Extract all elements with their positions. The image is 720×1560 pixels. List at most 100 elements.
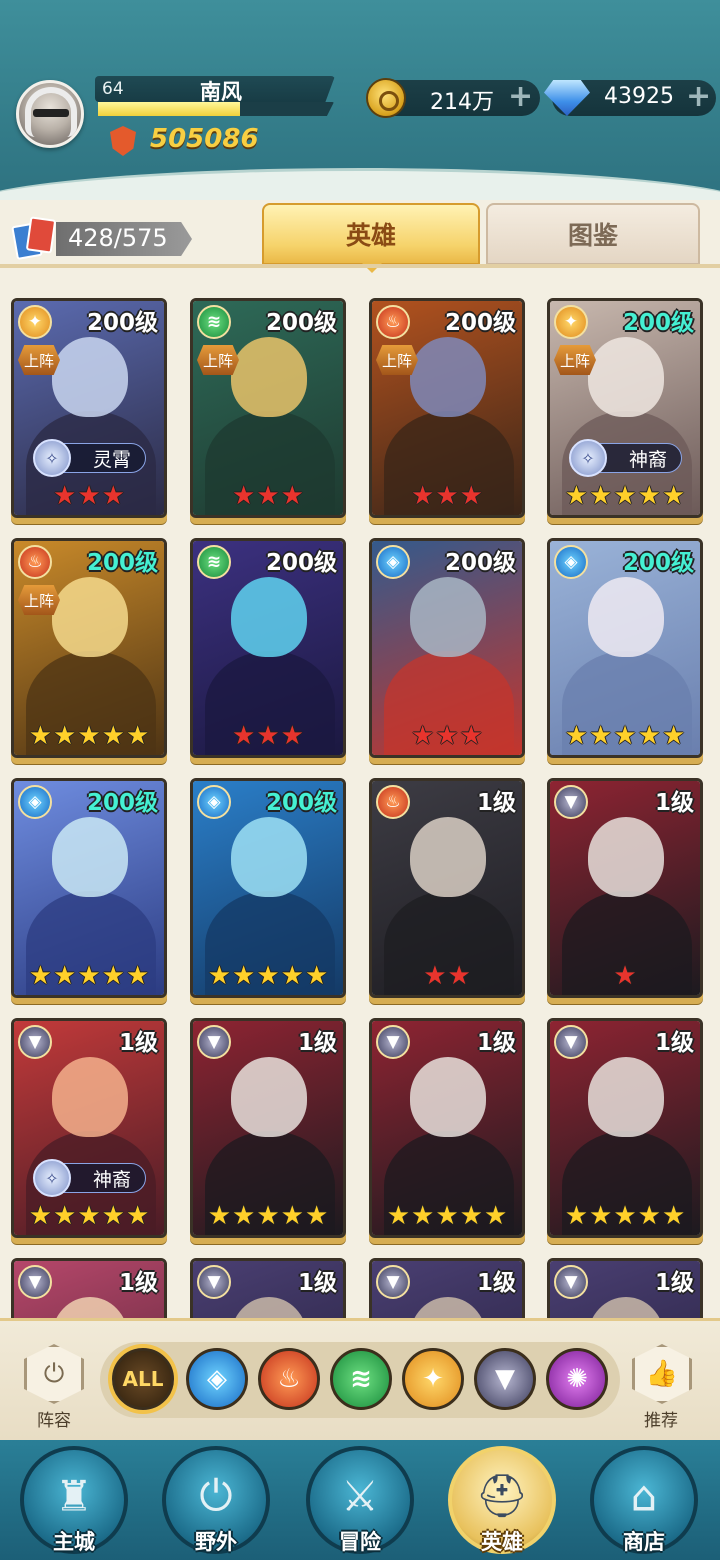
star-icon: ★ [53,481,77,511]
hero-level: 1级 [297,1270,337,1296]
star-icon: ★ [661,1201,686,1231]
star-icon: ★ [53,1201,77,1231]
hero-card[interactable]: ✦ 200级 上阵 ✧ 灵霄 ★ ★ ★ [11,298,167,518]
wind-element-icon: ≋ [197,305,231,339]
star-icon: ★ [232,481,256,511]
hero-card[interactable]: ♨ 200级 上阵 ★ ★ ★ [369,298,525,518]
hero-card[interactable]: ▼ 1级 [369,1258,525,1318]
void-element-icon: ✺ [566,1364,588,1394]
star-icon: ★ [423,961,447,991]
nav-helmet-button[interactable]: ⛑ 英雄 [448,1446,556,1554]
hero-card[interactable]: ▼ 1级 [11,1258,167,1318]
filter-void-button[interactable]: ✺ [546,1348,608,1410]
tab-divider [0,264,720,268]
add-gem-button[interactable]: + [686,82,711,112]
player-name: 南风 [200,80,242,104]
crest-icon: ✧ [33,439,71,477]
star-icon: ★ [77,1201,101,1231]
on-team-badge: 上阵 [18,585,60,615]
filter-light-button[interactable]: ✦ [402,1348,464,1410]
star-icon: ★ [589,481,613,511]
nav-label: 商店 [623,1530,665,1554]
hero-card[interactable]: ✦ 200级 上阵 ✧ 神裔 ★ ★ ★ ★ ★ [547,298,703,518]
filter-wind-button[interactable]: ≋ [330,1348,392,1410]
hero-card[interactable]: ≋ 200级 ★ ★ ★ [190,538,346,758]
hero-title-text: 灵霄 [92,448,131,471]
filter-dark-button[interactable]: ▼ [474,1348,536,1410]
hero-card[interactable]: ▼ 1级 ★ ★ ★ ★ ★ [190,1018,346,1238]
star-icon: ★ [459,481,483,511]
dark-element-icon: ▼ [18,1025,52,1059]
star-rating: ★ ★ ★ [193,723,343,749]
hero-card[interactable]: ◈ 200级 ★ ★ ★ ★ ★ [547,538,703,758]
filter-fire-button[interactable]: ♨ [258,1348,320,1410]
nav-shop-button[interactable]: ⌂ 商店 [590,1446,698,1554]
tab-codex[interactable]: 图鉴 [486,203,700,265]
water-element-icon: ◈ [207,1364,227,1394]
tab-heroes[interactable]: 英雄 [262,203,480,273]
nav-portal-button[interactable]: ⏻ 野外 [162,1446,270,1554]
hero-card[interactable]: ▼ 1级 ★ [547,778,703,998]
hero-card[interactable]: ◈ 200级 ★ ★ ★ ★ ★ [190,778,346,998]
hero-card[interactable]: ▼ 1级 [190,1258,346,1318]
star-rating: ★ ★ ★ ★ ★ [14,1203,164,1229]
star-rating: ★ ★ ★ ★ ★ [193,1203,343,1229]
star-icon: ★ [280,481,304,511]
hero-card[interactable]: ▼ 1级 ✧ 神裔 ★ ★ ★ ★ ★ [11,1018,167,1238]
hero-level: 1级 [297,1030,337,1056]
hero-card[interactable]: ♨ 200级 上阵 ★ ★ ★ ★ ★ [11,538,167,758]
fire-element-icon: ♨ [376,305,410,339]
add-gold-button[interactable]: + [508,82,533,112]
wind-element-icon: ≋ [350,1364,372,1394]
dark-element-icon: ▼ [376,1265,410,1299]
hero-level: 1级 [654,1030,694,1056]
fire-element-icon: ♨ [277,1364,301,1394]
hero-level: 200级 [86,790,158,816]
star-icon: ★ [411,481,435,511]
star-icon: ★ [447,961,471,991]
hero-level: 200级 [86,310,158,336]
hero-card[interactable]: ▼ 1级 [547,1258,703,1318]
filter-water-button[interactable]: ◈ [186,1348,248,1410]
star-icon: ★ [77,721,101,751]
hero-card[interactable]: ◈ 200级 ★ ★ ★ ★ ★ [11,778,167,998]
star-icon: ★ [256,961,280,991]
hero-level: 200级 [265,550,337,576]
hero-title-text: 神裔 [92,1168,131,1191]
star-icon: ★ [564,1201,589,1231]
light-element-icon: ✦ [422,1364,444,1394]
star-icon: ★ [232,721,256,751]
star-icon: ★ [613,961,637,991]
crest-icon: ✧ [569,439,607,477]
star-icon: ★ [232,1201,256,1231]
hero-card[interactable]: ▼ 1级 ★ ★ ★ ★ ★ [547,1018,703,1238]
star-rating: ★ [550,963,700,989]
star-icon: ★ [53,721,77,751]
tab-codex-label: 图鉴 [567,221,618,250]
nav-sword-button[interactable]: ⚔ 冒险 [306,1446,414,1554]
star-rating: ★ ★ [372,963,522,989]
star-icon: ★ [589,721,613,751]
star-icon: ★ [101,961,125,991]
hero-level: 1级 [118,1270,158,1296]
hero-level: 200级 [622,310,694,336]
light-element-icon: ✦ [554,305,588,339]
star-icon: ★ [77,481,101,511]
star-icon: ★ [280,961,304,991]
hero-card[interactable]: ◈ 200级 ★ ★ ★ [369,538,525,758]
hero-card[interactable]: ≋ 200级 上阵 ★ ★ ★ [190,298,346,518]
star-icon: ★ [232,961,256,991]
nav-castle-button[interactable]: ♜ 主城 [20,1446,128,1554]
hero-card[interactable]: ♨ 1级 ★ ★ [369,778,525,998]
hero-level: 200级 [444,550,516,576]
star-rating: ★ ★ ★ [193,483,343,509]
star-rating: ★ ★ ★ ★ ★ [193,963,343,989]
filter-all-button[interactable]: ALL [112,1348,174,1410]
hero-title-badge: ✧ 灵霄 [33,439,146,477]
hero-card[interactable]: ▼ 1级 ★ ★ ★ ★ ★ [369,1018,525,1238]
gold-coin-icon [366,78,406,118]
star-icon: ★ [304,1201,329,1231]
player-avatar[interactable] [16,80,84,148]
fire-element-icon: ♨ [18,545,52,579]
star-icon: ★ [637,481,661,511]
